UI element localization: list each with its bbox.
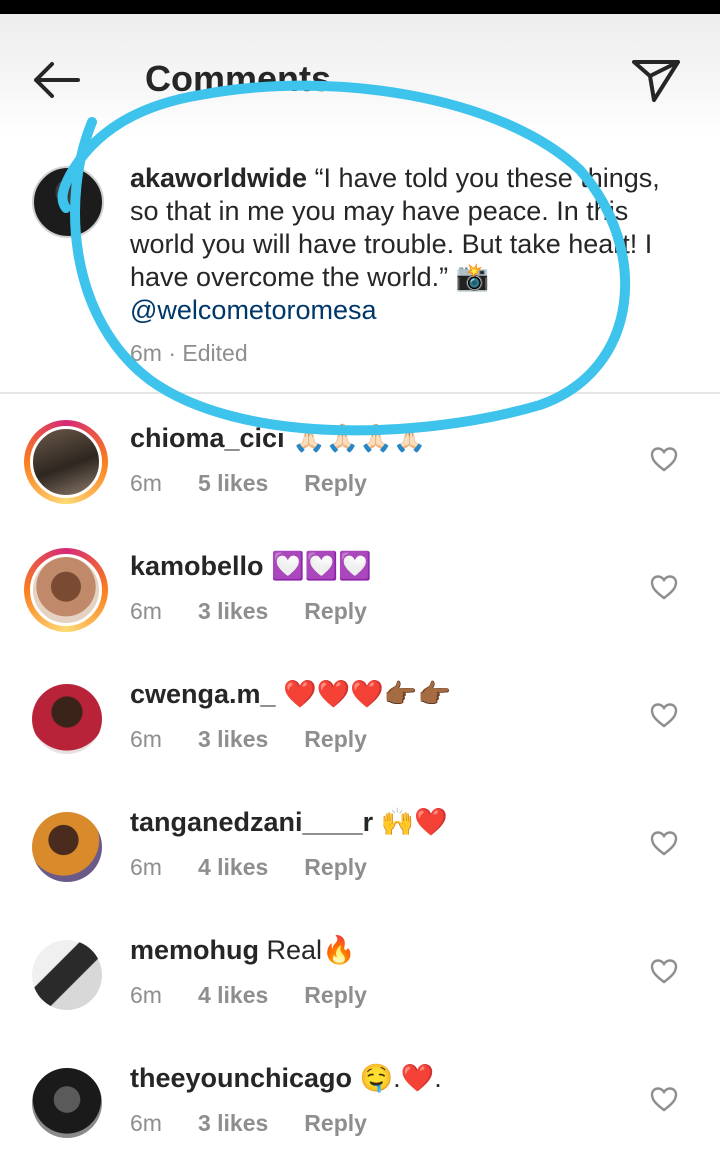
reply-button[interactable]: Reply bbox=[304, 982, 367, 1009]
avatar[interactable] bbox=[32, 166, 104, 238]
back-button[interactable] bbox=[28, 58, 84, 102]
comment-time: 6m bbox=[130, 470, 162, 496]
comment-time: 6m bbox=[130, 726, 162, 752]
reply-button[interactable]: Reply bbox=[304, 470, 367, 497]
avatar-frame[interactable] bbox=[24, 804, 108, 888]
avatar bbox=[30, 554, 102, 626]
comment-body: 🤤.❤️. bbox=[352, 1063, 442, 1093]
avatar-frame[interactable] bbox=[24, 932, 108, 1016]
comment-item: cwenga.m_ ❤️❤️❤️👉🏾👉🏾 6m 3 likes Reply bbox=[0, 650, 720, 778]
caption-mention[interactable]: @welcometoromesa bbox=[130, 294, 670, 327]
comment-body: 🙏🏻🙏🏻🙏🏻🙏🏻 bbox=[284, 423, 427, 453]
heart-icon[interactable] bbox=[650, 446, 678, 472]
comment-text: cwenga.m_ ❤️❤️❤️👉🏾👉🏾 bbox=[130, 678, 630, 711]
comment-body: Real🔥 bbox=[259, 935, 356, 965]
comment-body: 🙌❤️ bbox=[373, 807, 448, 837]
comment-meta: 6m 3 likes Reply bbox=[130, 726, 403, 753]
reply-button[interactable]: Reply bbox=[304, 598, 367, 625]
comment-meta: 6m 3 likes Reply bbox=[130, 1110, 403, 1137]
comment-text: tanganedzani____r 🙌❤️ bbox=[130, 806, 630, 839]
comment-text: theeyounchicago 🤤.❤️. bbox=[130, 1062, 630, 1095]
avatar-frame[interactable] bbox=[24, 676, 108, 760]
page-title: Comments bbox=[145, 58, 332, 99]
post-caption: akaworldwide “I have told you these thin… bbox=[0, 140, 720, 392]
avatar-frame[interactable] bbox=[24, 1060, 108, 1144]
avatar bbox=[32, 940, 102, 1010]
comment-item: chioma_cici 🙏🏻🙏🏻🙏🏻🙏🏻 6m 5 likes Reply bbox=[0, 394, 720, 522]
comment-item: theeyounchicago 🤤.❤️. 6m 3 likes Reply bbox=[0, 1034, 720, 1162]
comment-text: chioma_cici 🙏🏻🙏🏻🙏🏻🙏🏻 bbox=[130, 422, 630, 455]
share-button[interactable] bbox=[630, 56, 682, 104]
header: Comments bbox=[0, 14, 720, 140]
comment-username[interactable]: chioma_cici bbox=[130, 423, 285, 453]
avatar bbox=[32, 684, 102, 754]
comment-body: 💟💟💟 bbox=[263, 551, 372, 581]
caption-username[interactable]: akaworldwide bbox=[130, 163, 307, 193]
comment-username[interactable]: kamobello bbox=[130, 551, 264, 581]
avatar-story-ring[interactable] bbox=[24, 548, 108, 632]
comment-username[interactable]: theeyounchicago bbox=[130, 1063, 352, 1093]
comment-meta: 6m 3 likes Reply bbox=[130, 598, 403, 625]
reply-button[interactable]: Reply bbox=[304, 854, 367, 881]
comment-likes[interactable]: 3 likes bbox=[198, 598, 268, 625]
comment-text: kamobello 💟💟💟 bbox=[130, 550, 630, 583]
comment-meta: 6m 4 likes Reply bbox=[130, 982, 403, 1009]
caption-meta: 6m · Edited bbox=[130, 340, 248, 366]
status-bar bbox=[0, 0, 720, 14]
heart-icon[interactable] bbox=[650, 958, 678, 984]
comment-likes[interactable]: 4 likes bbox=[198, 982, 268, 1009]
avatar bbox=[32, 812, 102, 882]
caption-text: akaworldwide “I have told you these thin… bbox=[130, 162, 670, 327]
heart-icon[interactable] bbox=[650, 702, 678, 728]
comment-likes[interactable]: 4 likes bbox=[198, 854, 268, 881]
heart-icon[interactable] bbox=[650, 1086, 678, 1112]
comment-likes[interactable]: 3 likes bbox=[198, 726, 268, 753]
reply-button[interactable]: Reply bbox=[304, 726, 367, 753]
heart-icon[interactable] bbox=[650, 830, 678, 856]
comment-username[interactable]: cwenga.m_ bbox=[130, 679, 276, 709]
comment-body: ❤️❤️❤️👉🏾👉🏾 bbox=[275, 679, 452, 709]
comment-username[interactable]: tanganedzani____r bbox=[130, 807, 373, 837]
comment-likes[interactable]: 3 likes bbox=[198, 1110, 268, 1137]
heart-icon[interactable] bbox=[650, 574, 678, 600]
comment-likes[interactable]: 5 likes bbox=[198, 470, 268, 497]
comment-list: chioma_cici 🙏🏻🙏🏻🙏🏻🙏🏻 6m 5 likes Reply kamo… bbox=[0, 394, 720, 1162]
avatar bbox=[32, 1068, 102, 1138]
reply-button[interactable]: Reply bbox=[304, 1110, 367, 1137]
comment-meta: 6m 5 likes Reply bbox=[130, 470, 403, 497]
comment-time: 6m bbox=[130, 1110, 162, 1136]
comment-text: memohug Real🔥 bbox=[130, 934, 630, 967]
comment-time: 6m bbox=[130, 854, 162, 880]
comment-meta: 6m 4 likes Reply bbox=[130, 854, 403, 881]
comment-time: 6m bbox=[130, 598, 162, 624]
comment-username[interactable]: memohug bbox=[130, 935, 259, 965]
avatar bbox=[30, 426, 102, 498]
paper-plane-icon bbox=[632, 60, 680, 102]
comment-time: 6m bbox=[130, 982, 162, 1008]
comment-item: tanganedzani____r 🙌❤️ 6m 4 likes Reply bbox=[0, 778, 720, 906]
comment-item: kamobello 💟💟💟 6m 3 likes Reply bbox=[0, 522, 720, 650]
avatar-story-ring[interactable] bbox=[24, 420, 108, 504]
comment-item: memohug Real🔥 6m 4 likes Reply bbox=[0, 906, 720, 1034]
back-arrow-icon bbox=[34, 62, 80, 98]
